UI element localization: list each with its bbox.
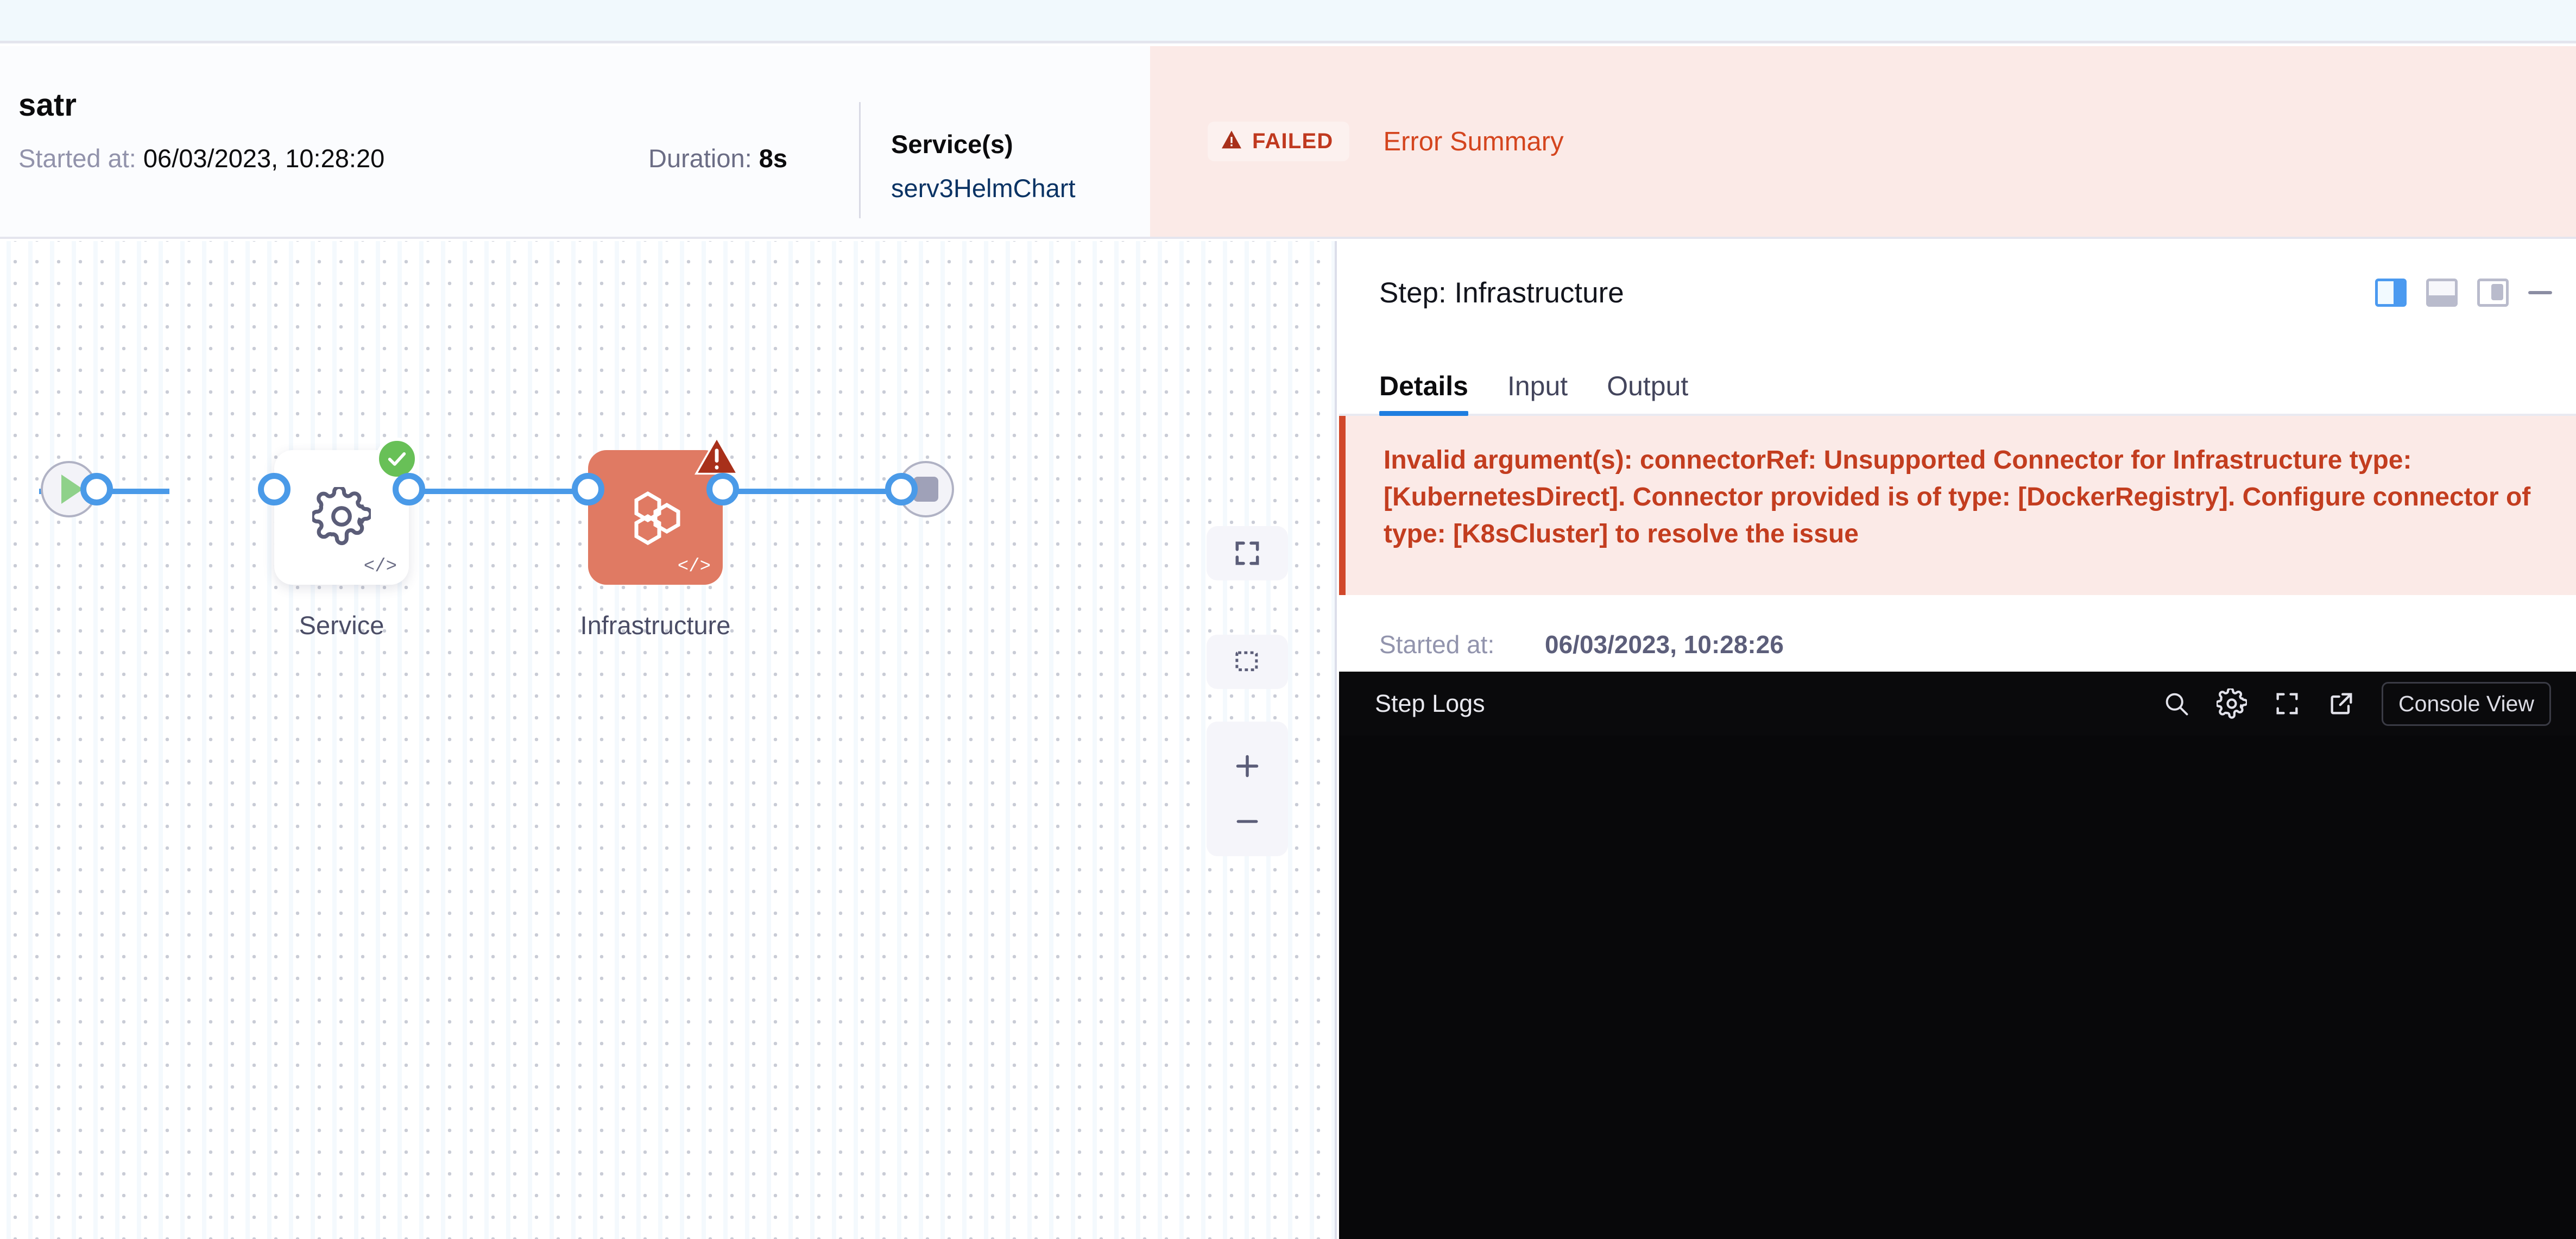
minimize-icon[interactable] xyxy=(2528,291,2552,294)
execution-started-at: Started at: 06/03/2023, 10:28:20 xyxy=(18,143,648,173)
zoom-in-button[interactable] xyxy=(1207,750,1288,782)
execution-detail-page: satr Started at: 06/03/2023, 10:28:20 Du… xyxy=(0,0,2576,1239)
step-error-message: Invalid argument(s): connectorRef: Unsup… xyxy=(1384,442,2533,553)
gear-icon[interactable] xyxy=(2217,688,2247,719)
port-infra-in xyxy=(572,473,604,505)
execution-summary: satr Started at: 06/03/2023, 10:28:20 xyxy=(18,87,648,237)
zoom-in-icon xyxy=(1231,750,1264,782)
code-icon[interactable]: </> xyxy=(364,557,397,577)
port-service-out xyxy=(393,473,425,505)
meta-row: Started at: 06/03/2023, 10:28:26 xyxy=(1379,630,2576,659)
error-summary-link[interactable]: Error Summary xyxy=(1383,127,1563,157)
status-badge-label: FAILED xyxy=(1252,129,1333,154)
port-service-in xyxy=(258,473,291,505)
code-icon[interactable]: </> xyxy=(678,557,711,577)
execution-header: satr Started at: 06/03/2023, 10:28:20 Du… xyxy=(0,46,2576,239)
started-at-value: 06/03/2023, 10:28:20 xyxy=(143,144,384,173)
step-details-header: Step: Infrastructure xyxy=(1339,241,2576,344)
services-label: Service(s) xyxy=(891,129,1076,159)
duration-value: 8s xyxy=(759,144,787,173)
tab-details[interactable]: Details xyxy=(1379,370,1488,416)
bottom-view-icon[interactable] xyxy=(2426,279,2458,307)
port-infra-out xyxy=(706,473,739,505)
page-title: satr xyxy=(18,87,648,123)
console-view-button[interactable]: Console View xyxy=(2382,682,2551,726)
port-end-in xyxy=(885,473,918,505)
pipeline-graph: </> Service </> xyxy=(0,241,1337,1239)
pipeline-canvas[interactable]: </> Service </> xyxy=(0,241,1337,1239)
step-tabs: Details Input Output xyxy=(1339,344,2576,416)
fullscreen-icon[interactable] xyxy=(2273,690,2301,718)
gear-icon xyxy=(312,487,371,548)
step-logs-actions: Console View xyxy=(2162,682,2551,726)
pipeline-node-service-label: Service xyxy=(274,610,409,640)
select-area-button[interactable] xyxy=(1207,635,1288,689)
hexagons-icon xyxy=(625,486,686,549)
open-external-icon[interactable] xyxy=(2327,690,2356,718)
step-details-panel: Step: Infrastructure Details Input Outpu… xyxy=(1339,241,2576,1239)
view-controls xyxy=(2375,279,2552,307)
warning-triangle-icon xyxy=(1221,130,1242,153)
split-view-icon[interactable] xyxy=(2375,279,2407,307)
step-logs-toolbar: Step Logs xyxy=(1339,672,2576,736)
zoom-out-button[interactable] xyxy=(1207,815,1288,828)
status-badge[interactable]: FAILED xyxy=(1208,122,1349,161)
tab-input[interactable]: Input xyxy=(1488,370,1587,416)
top-strip xyxy=(0,0,2576,43)
play-icon xyxy=(61,475,83,504)
zoom-out-icon xyxy=(1231,815,1264,828)
execution-duration: Duration: 8s xyxy=(648,87,833,237)
select-area-icon xyxy=(1233,647,1262,677)
started-at-label: Started at xyxy=(18,144,129,173)
meta-started-at-value: 06/03/2023, 10:28:26 xyxy=(1545,630,1784,659)
fullscreen-button[interactable] xyxy=(1207,526,1288,580)
port-start-out xyxy=(80,473,113,505)
pipeline-node-infrastructure-label: Infrastructure xyxy=(555,610,755,640)
step-logs-title: Step Logs xyxy=(1375,690,1485,718)
warning-triangle-icon xyxy=(692,434,741,478)
step-logs-panel: Step Logs xyxy=(1339,672,2576,1239)
zoom-controls[interactable] xyxy=(1207,722,1288,856)
search-icon[interactable] xyxy=(2162,690,2190,718)
step-logs-body[interactable] xyxy=(1339,736,2576,1239)
services-block: Service(s) serv3HelmChart xyxy=(861,87,1076,237)
duration-label: Duration xyxy=(648,144,745,173)
step-error-box: Invalid argument(s): connectorRef: Unsup… xyxy=(1339,416,2576,595)
service-link[interactable]: serv3HelmChart xyxy=(891,173,1076,203)
execution-status-area: FAILED Error Summary xyxy=(1150,46,2576,237)
meta-started-at-label: Started at: xyxy=(1379,630,1545,659)
step-title: Step: Infrastructure xyxy=(1379,276,1624,309)
node-status-failed-badge xyxy=(692,434,741,478)
overlay-view-icon[interactable] xyxy=(2477,279,2509,307)
check-icon xyxy=(386,448,408,470)
execution-header-left: satr Started at: 06/03/2023, 10:28:20 Du… xyxy=(0,46,1150,237)
fullscreen-icon xyxy=(1232,538,1262,568)
tab-output[interactable]: Output xyxy=(1587,370,1708,416)
